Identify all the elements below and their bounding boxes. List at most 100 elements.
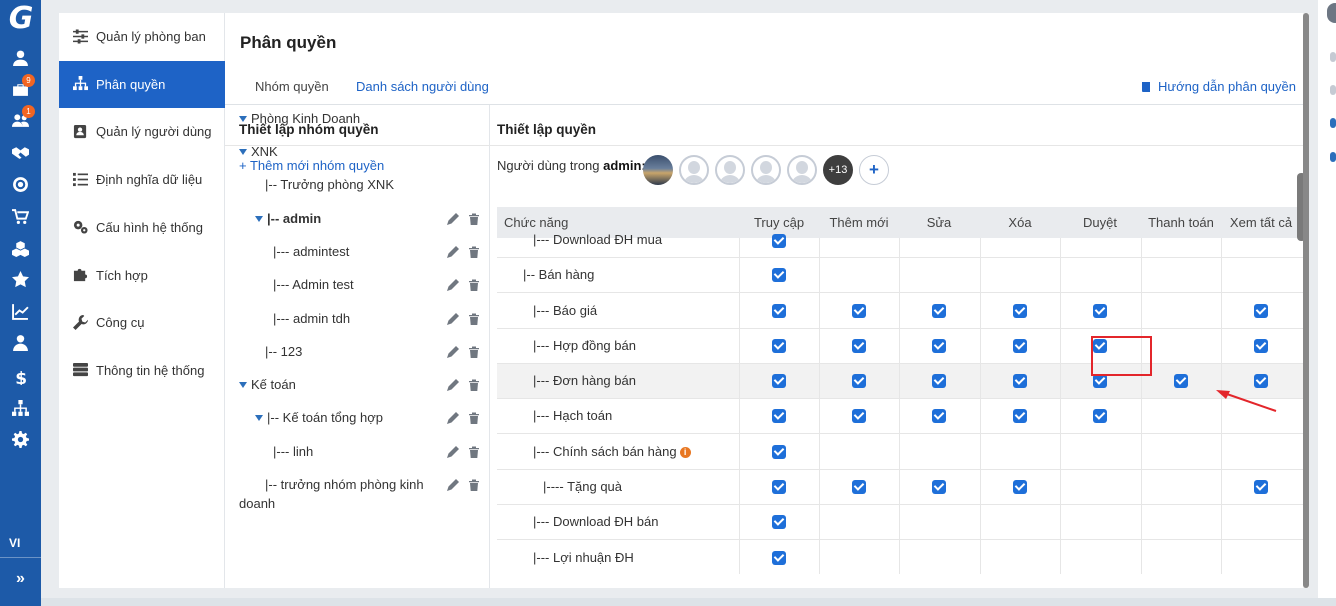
permission-checkbox[interactable] [1013, 480, 1027, 494]
rail-briefcase-button[interactable]: 9 [0, 74, 41, 101]
user-avatar[interactable] [751, 155, 781, 185]
delete-group-button[interactable] [468, 246, 480, 262]
group-tree-node[interactable]: XNK [239, 144, 278, 164]
permission-checkbox[interactable] [772, 445, 786, 459]
permission-checkbox[interactable] [1254, 480, 1268, 494]
permission-checkbox[interactable] [772, 409, 786, 423]
delete-group-button[interactable] [468, 279, 480, 295]
group-tree-node[interactable]: |--- linh [273, 444, 313, 464]
account-avatar[interactable] [1327, 3, 1336, 23]
permission-checkbox[interactable] [852, 339, 866, 353]
delete-group-button[interactable] [468, 313, 480, 329]
group-tree-node[interactable]: |--- admintest [273, 244, 349, 264]
language-switcher[interactable]: VI [9, 536, 20, 550]
permission-checkbox[interactable] [932, 409, 946, 423]
edit-group-button[interactable] [447, 412, 459, 428]
rail-cart-button[interactable] [0, 204, 41, 228]
rail-dollar-button[interactable]: $ [0, 364, 41, 388]
edit-group-button[interactable] [447, 446, 459, 462]
group-tree-node[interactable]: |-- 123 [265, 344, 302, 364]
permission-checkbox[interactable] [772, 339, 786, 353]
user-avatar[interactable] [715, 155, 745, 185]
group-tree-node[interactable]: Phòng Kinh Doanh [239, 111, 360, 131]
menu-item-0[interactable]: Quản lý phòng ban [59, 13, 225, 60]
permission-checkbox[interactable] [772, 268, 786, 282]
permission-checkbox[interactable] [1093, 409, 1107, 423]
permission-checkbox[interactable] [932, 480, 946, 494]
user-avatar[interactable] [643, 155, 673, 185]
menu-item-4[interactable]: Cấu hình hệ thống [59, 204, 225, 251]
menu-item-5[interactable]: Tích hợp [59, 252, 225, 299]
permission-checkbox[interactable] [932, 339, 946, 353]
rail-star-button[interactable] [0, 267, 41, 291]
permission-checkbox[interactable] [1254, 304, 1268, 318]
permission-checkbox[interactable] [772, 304, 786, 318]
group-tree-node[interactable]: |-- trưởng nhóm phòng kinh [265, 477, 424, 497]
menu-item-3[interactable]: Định nghĩa dữ liệu [59, 156, 225, 203]
rail-users-button[interactable]: 1 [0, 105, 41, 132]
permission-checkbox[interactable] [772, 480, 786, 494]
delete-group-button[interactable] [468, 412, 480, 428]
delete-group-button[interactable] [468, 446, 480, 462]
permission-checkbox[interactable] [772, 234, 786, 248]
rail-user-button[interactable] [0, 45, 41, 69]
rail-chart-line-button[interactable] [0, 299, 41, 323]
tab-permission-groups[interactable]: Nhóm quyền [255, 79, 329, 94]
edit-group-button[interactable] [447, 346, 459, 362]
user-avatar[interactable] [787, 155, 817, 185]
guide-link[interactable]: Hướng dẫn phân quyền [1140, 79, 1296, 94]
edit-group-button[interactable] [447, 479, 459, 495]
permission-checkbox[interactable] [1013, 339, 1027, 353]
rail-sitemap-button[interactable] [0, 396, 41, 420]
edit-group-button[interactable] [447, 213, 459, 229]
permission-checkbox[interactable] [1093, 304, 1107, 318]
rail-cubes-button[interactable] [0, 236, 41, 260]
rail-user-tie-button[interactable] [0, 330, 41, 354]
delete-group-button[interactable] [468, 379, 480, 395]
caret-down-icon[interactable] [239, 381, 247, 388]
caret-down-icon[interactable] [239, 148, 247, 155]
permission-checkbox[interactable] [932, 304, 946, 318]
delete-group-button[interactable] [468, 479, 480, 495]
delete-group-button[interactable] [468, 213, 480, 229]
group-tree-node[interactable]: |-- Trưởng phòng XNK [265, 177, 394, 197]
edit-group-button[interactable] [447, 246, 459, 262]
delete-group-button[interactable] [468, 346, 480, 362]
permission-checkbox[interactable] [772, 515, 786, 529]
menu-item-2[interactable]: Quản lý người dùng [59, 108, 225, 155]
group-tree-node[interactable]: Kế toán [239, 377, 296, 397]
app-logo[interactable]: G [4, 2, 38, 36]
user-avatar[interactable] [679, 155, 709, 185]
rail-target-button[interactable] [0, 172, 41, 196]
permission-checkbox[interactable] [852, 480, 866, 494]
caret-down-icon[interactable] [239, 115, 247, 122]
permission-checkbox[interactable] [1013, 374, 1027, 388]
permission-checkbox[interactable] [772, 374, 786, 388]
permission-checkbox[interactable] [772, 551, 786, 565]
rail-gear-button[interactable] [0, 427, 41, 451]
permission-checkbox[interactable] [1254, 339, 1268, 353]
info-icon[interactable]: i [679, 447, 691, 459]
menu-item-1[interactable]: Phân quyền [59, 60, 225, 108]
add-user-button[interactable]: + [859, 155, 889, 185]
edit-group-button[interactable] [447, 379, 459, 395]
group-tree-node[interactable]: |-- Kế toán tổng hợp [255, 410, 383, 430]
collapse-sidebar-button[interactable]: » [0, 570, 41, 588]
menu-item-6[interactable]: Công cụ [59, 299, 225, 346]
group-tree-node[interactable]: doanh [239, 496, 275, 516]
group-tree-node[interactable]: |-- admin [255, 211, 321, 231]
more-users-badge[interactable]: +13 [823, 155, 853, 185]
page-scrollbar[interactable] [1303, 13, 1309, 588]
permission-checkbox[interactable] [852, 409, 866, 423]
caret-down-icon[interactable] [255, 414, 263, 421]
rail-handshake-button[interactable] [0, 140, 41, 164]
edit-group-button[interactable] [447, 279, 459, 295]
group-tree-node[interactable]: |--- Admin test [273, 277, 354, 297]
permission-checkbox[interactable] [1093, 374, 1107, 388]
permission-checkbox[interactable] [852, 374, 866, 388]
permission-checkbox[interactable] [852, 304, 866, 318]
permission-checkbox[interactable] [1013, 409, 1027, 423]
permission-checkbox[interactable] [1013, 304, 1027, 318]
group-tree-node[interactable]: |--- admin tdh [273, 311, 350, 331]
menu-item-7[interactable]: Thông tin hệ thống [59, 347, 225, 394]
